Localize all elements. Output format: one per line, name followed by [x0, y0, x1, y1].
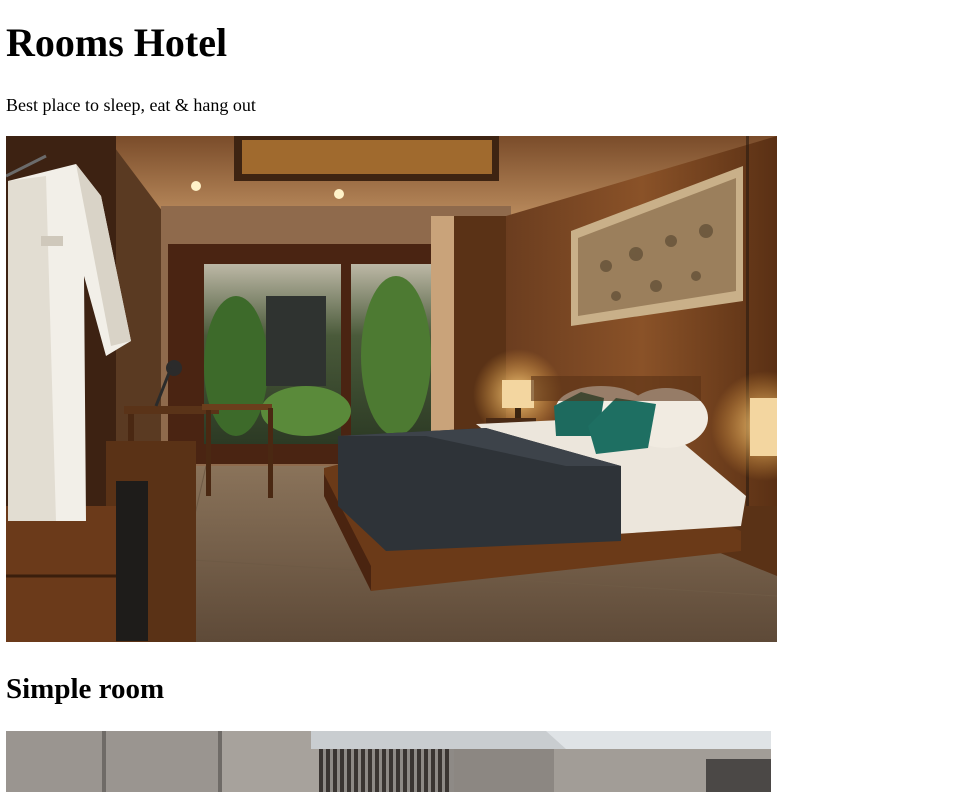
bedroom-photo — [6, 136, 777, 642]
page-title: Rooms Hotel — [6, 20, 228, 65]
page-tagline: Best place to sleep, eat & hang out — [6, 95, 256, 115]
room-heading: Simple room — [6, 673, 165, 705]
page: Rooms Hotel Best place to sleep, eat & h… — [0, 0, 956, 792]
simple-room-photo — [6, 731, 771, 792]
